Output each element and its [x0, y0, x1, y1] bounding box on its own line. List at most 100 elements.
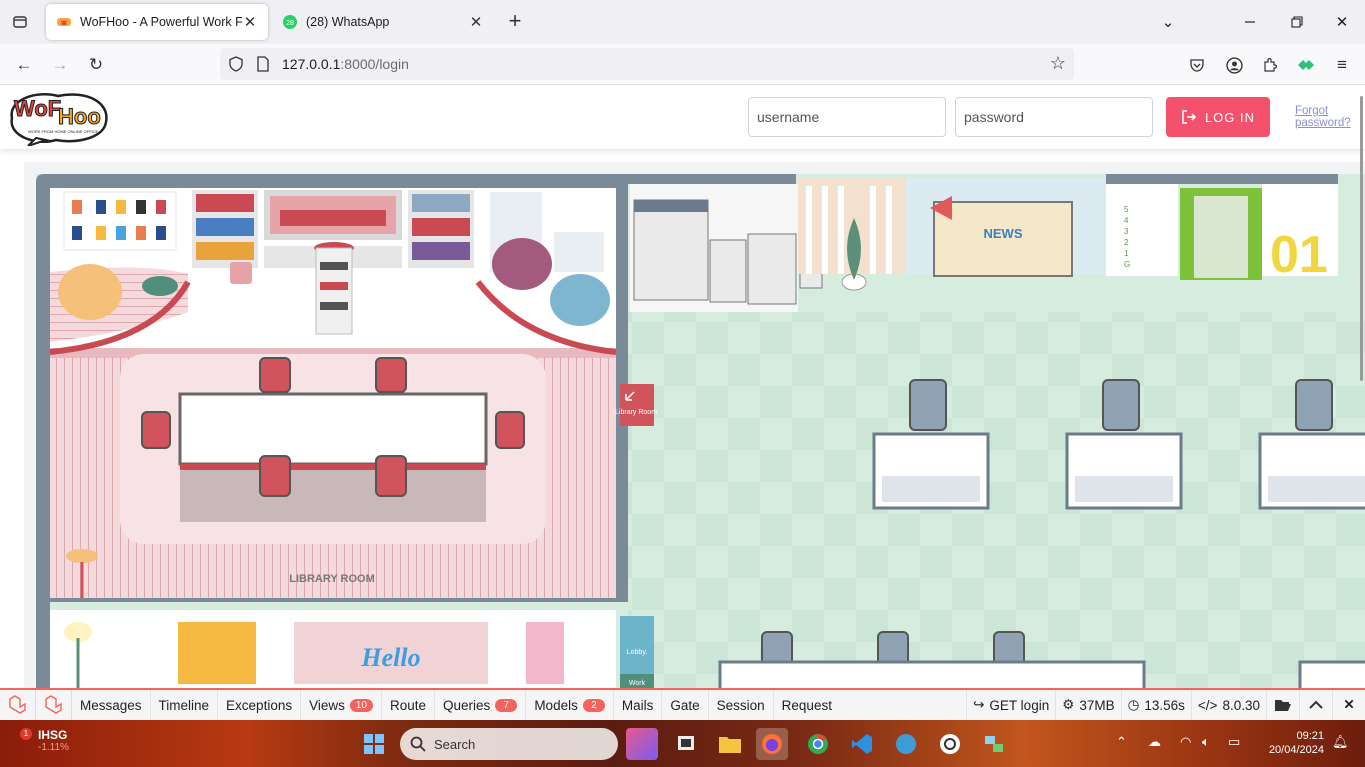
- bookmark-star-icon[interactable]: ☆: [1050, 53, 1066, 74]
- show-hidden-icons[interactable]: ⌃: [1116, 734, 1127, 750]
- chevron-down-icon[interactable]: ⌄: [1148, 8, 1188, 36]
- new-tab-button[interactable]: +: [504, 10, 526, 32]
- firefox-icon[interactable]: [756, 728, 788, 760]
- back-icon[interactable]: ←: [11, 52, 37, 78]
- tab-wofhoo[interactable]: W WoFHoo - A Powerful Work From ✕: [46, 4, 268, 40]
- svg-text:W: W: [61, 21, 67, 27]
- models-count-badge: 2: [582, 698, 605, 712]
- debug-tab-gate[interactable]: Gate: [662, 690, 709, 720]
- whatsapp-favicon-icon: 28: [283, 15, 297, 29]
- login-button[interactable]: LOG IN: [1166, 97, 1270, 137]
- web-page: WoF Hoo WORK FROM HOME ONLINE OFFICE LOG…: [0, 86, 1365, 688]
- shield-icon[interactable]: [228, 56, 244, 72]
- tab-whatsapp[interactable]: 28 (28) WhatsApp ✕: [272, 4, 494, 40]
- svg-text:WORK FROM HOME ONLINE OFFICE: WORK FROM HOME ONLINE OFFICE: [28, 129, 99, 134]
- extensions-icon[interactable]: [1257, 52, 1283, 78]
- wofhoo-favicon-icon: W: [57, 18, 71, 27]
- work-sign: Work: [629, 680, 646, 687]
- app-icon-blue[interactable]: [890, 728, 922, 760]
- chrome-icon[interactable]: [802, 728, 834, 760]
- debug-tab-request[interactable]: Request: [774, 690, 840, 720]
- close-window-icon[interactable]: ✕: [1322, 8, 1362, 36]
- browser-tabstrip: W WoFHoo - A Powerful Work From ✕ 28 (28…: [0, 0, 1365, 44]
- vscode-icon[interactable]: [846, 728, 878, 760]
- laravel-logo-icon[interactable]: [0, 690, 36, 720]
- list-all-tabs-icon[interactable]: [10, 12, 30, 32]
- password-input[interactable]: [955, 97, 1153, 137]
- file-explorer-icon[interactable]: [714, 728, 746, 760]
- svg-text:G: G: [1124, 260, 1130, 269]
- browser-navbar: ← → ↻ 127.0.0.1:8000/login ☆ ≡: [0, 44, 1365, 85]
- onedrive-icon[interactable]: ☁: [1148, 734, 1161, 750]
- debug-tab-session[interactable]: Session: [709, 690, 774, 720]
- share-icon: ↪: [973, 697, 985, 712]
- debug-tab-queries[interactable]: Queries 7: [435, 690, 527, 720]
- debug-tab-models[interactable]: Models 2: [526, 690, 614, 720]
- stock-value: -1.11%: [38, 742, 69, 753]
- login-icon: [1182, 110, 1197, 124]
- restore-icon[interactable]: [1277, 8, 1317, 36]
- svg-text:3: 3: [1124, 227, 1129, 236]
- virtual-office-map[interactable]: LIBRARY ROOM Library Room. NEWS 5 4 3 2 …: [24, 162, 1365, 688]
- debug-tab-timeline[interactable]: Timeline: [151, 690, 219, 720]
- windows-start-icon[interactable]: [358, 728, 390, 760]
- taskbar-search[interactable]: Search: [400, 728, 618, 760]
- lobby-sign: Lobby.: [627, 649, 648, 656]
- office-floorplan[interactable]: LIBRARY ROOM Library Room. NEWS 5 4 3 2 …: [24, 162, 1365, 688]
- pocket-icon[interactable]: [1184, 52, 1210, 78]
- debug-tab-messages[interactable]: Messages: [72, 690, 151, 720]
- account-icon[interactable]: [1221, 52, 1247, 78]
- debug-tab-views[interactable]: Views 10: [301, 690, 382, 720]
- vpn-extension-icon[interactable]: [1293, 52, 1319, 78]
- tab-title: WoFHoo - A Powerful Work From: [80, 15, 242, 29]
- url-bar[interactable]: 127.0.0.1:8000/login ☆: [220, 48, 1074, 80]
- queries-count-badge: 7: [495, 698, 518, 712]
- views-count-badge: 10: [349, 698, 373, 712]
- close-debugbar-icon[interactable]: ✕: [1332, 690, 1365, 720]
- battery-icon[interactable]: ▭: [1228, 734, 1240, 750]
- laravel-debugbar: Messages Timeline Exceptions Views 10 Rou…: [0, 688, 1365, 720]
- stock-widget[interactable]: 1 IHSG -1.11%: [20, 728, 69, 753]
- forward-icon[interactable]: →: [47, 52, 73, 78]
- folder-open-icon[interactable]: [1266, 690, 1299, 720]
- hello-mural: Hello: [360, 643, 420, 672]
- chatgpt-icon[interactable]: [934, 728, 966, 760]
- login-label: LOG IN: [1204, 109, 1256, 125]
- copilot-icon[interactable]: [626, 728, 658, 760]
- svg-text:Hoo: Hoo: [58, 104, 101, 129]
- menu-icon[interactable]: ≡: [1329, 52, 1355, 78]
- close-tab-icon[interactable]: ✕: [468, 13, 484, 31]
- debugbar-toggle-icon[interactable]: [36, 690, 72, 720]
- notification-badge: 1: [20, 728, 32, 740]
- page-icon[interactable]: [256, 56, 270, 72]
- debug-tab-route[interactable]: Route: [382, 690, 436, 720]
- debug-time-stat: ◷ 13.56s: [1120, 690, 1191, 720]
- username-input[interactable]: [748, 97, 946, 137]
- minimize-icon[interactable]: [1230, 8, 1270, 36]
- wifi-icon[interactable]: ◠: [1180, 734, 1191, 750]
- library-room-label: LIBRARY ROOM: [289, 573, 375, 585]
- notification-bell-icon[interactable]: 🔔︎: [1332, 734, 1349, 750]
- forgot-password-link[interactable]: Forgot password?: [1295, 105, 1357, 129]
- chevron-up-icon[interactable]: [1299, 690, 1332, 720]
- url-text[interactable]: 127.0.0.1:8000/login: [282, 56, 409, 72]
- task-view-icon[interactable]: [670, 728, 702, 760]
- debug-route-stat[interactable]: ↪ GET login: [966, 690, 1055, 720]
- reload-icon[interactable]: ↻: [83, 52, 109, 78]
- wofhoo-logo[interactable]: WoF Hoo WORK FROM HOME ONLINE OFFICE: [6, 90, 110, 146]
- debug-php-version: </> 8.0.30: [1190, 690, 1266, 720]
- app-header: WoF Hoo WORK FROM HOME ONLINE OFFICE LOG…: [0, 86, 1365, 149]
- debug-tab-mails[interactable]: Mails: [614, 690, 663, 720]
- taskbar-clock[interactable]: 09:21 20/04/2024: [1262, 729, 1324, 757]
- page-scrollbar[interactable]: [1360, 96, 1363, 381]
- windows-taskbar: 1 IHSG -1.11% Search ⌃ ☁ ◠ 🔈︎ ▭ 09:21 20…: [0, 720, 1365, 767]
- close-tab-icon[interactable]: ✕: [242, 13, 258, 31]
- debug-memory-stat: ⚙ 37MB: [1055, 690, 1120, 720]
- debug-tab-exceptions[interactable]: Exceptions: [218, 690, 302, 720]
- svg-text:28: 28: [286, 20, 294, 27]
- cogs-icon: ⚙: [1062, 697, 1075, 712]
- network-share-icon[interactable]: [978, 728, 1010, 760]
- stock-name: IHSG: [38, 728, 68, 742]
- svg-text:WoF: WoF: [14, 96, 61, 121]
- volume-icon[interactable]: 🔈︎: [1202, 734, 1210, 750]
